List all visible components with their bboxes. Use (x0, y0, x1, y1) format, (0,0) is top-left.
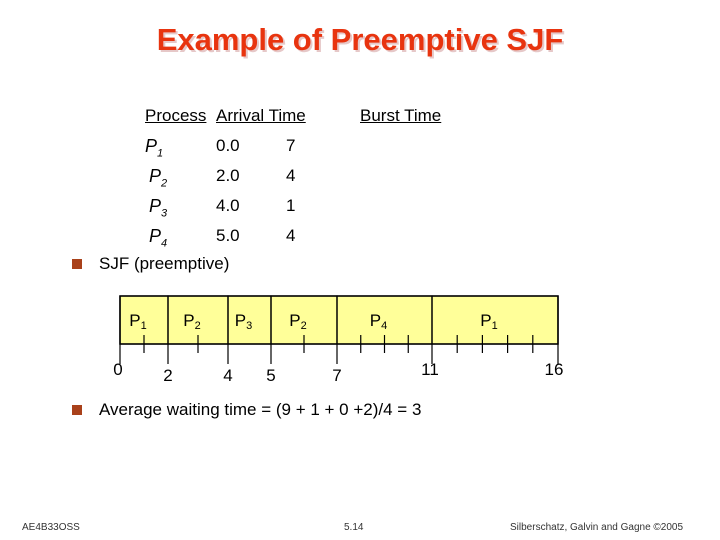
gantt-chart: P1 P2 P3 P2 P4 P10 2 4 5 7 11 16 (113, 295, 564, 385)
bullet-square-icon (72, 405, 82, 415)
gantt-boundary-label: 16 (545, 360, 564, 379)
gantt-boundary-label: 4 (223, 366, 232, 385)
footer-copyright: Silberschatz, Galvin and Gagne ©2005 (510, 522, 684, 533)
gantt-boundary-label: 7 (332, 366, 341, 385)
gantt-boundary-label: 2 (163, 366, 172, 385)
gantt-boundary-label: 0 (113, 360, 122, 379)
bullet-text: Average waiting time = (9 + 1 + 0 +2)/4 … (99, 400, 422, 419)
gantt-boundary-label: 11 (421, 360, 439, 379)
footer-page-number: 5.14 (344, 522, 364, 533)
gantt-boundary-label: 5 (266, 366, 275, 385)
bullet-average-waiting-time: Average waiting time = (9 + 1 + 0 +2)/4 … (72, 400, 421, 420)
footer-course-code: AE4B33OSS (22, 522, 80, 533)
